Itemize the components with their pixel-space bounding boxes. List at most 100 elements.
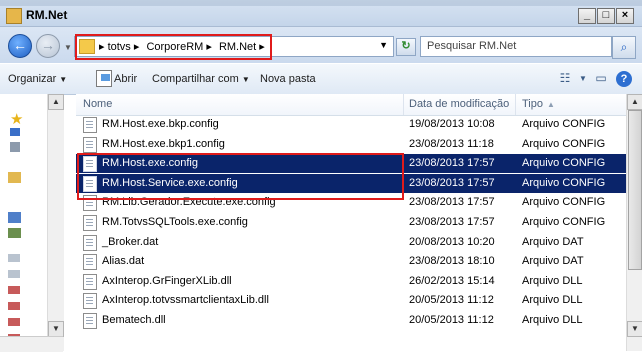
file-row[interactable]: Alias.dat 23/08/2013 18:10 Arquivo DAT	[76, 252, 626, 271]
back-button[interactable]: ←	[8, 34, 32, 58]
forward-button[interactable]: →	[36, 34, 60, 58]
file-date: 20/05/2013 11:12	[409, 294, 494, 307]
file-type: Arquivo CONFIG	[522, 216, 606, 228]
file-icon	[83, 117, 97, 133]
file-icon	[83, 136, 97, 153]
recent-places-icon[interactable]	[10, 142, 20, 152]
minimize-button[interactable]: _	[578, 8, 596, 24]
recent-pages-dropdown[interactable]: ▼	[64, 43, 72, 52]
nav-scrollbar[interactable]: ▲ ▼	[47, 94, 64, 351]
refresh-button[interactable]: ↻	[396, 38, 416, 56]
close-button[interactable]: ×	[616, 8, 634, 24]
file-type: Arquivo DAT	[522, 235, 584, 248]
file-list: Nome Data de modificação Tipo ▲ RM.Host.e…	[76, 94, 626, 351]
file-type: Arquivo CONFIG	[522, 157, 606, 170]
column-date[interactable]: Data de modificação	[409, 98, 509, 110]
selection-highlight-box	[77, 153, 404, 200]
column-type[interactable]: Tipo ▲	[522, 98, 555, 110]
file-type: Arquivo CONFIG	[522, 137, 606, 150]
sort-arrow-icon: ▲	[547, 100, 555, 109]
column-divider[interactable]	[515, 94, 516, 115]
network-drive-icon[interactable]	[8, 286, 20, 294]
organize-button[interactable]: Organizar ▼	[8, 73, 67, 85]
file-icon	[83, 273, 97, 290]
file-name: RM.Host.exe.bkp.config	[102, 118, 219, 130]
file-icon	[83, 234, 97, 251]
file-name: Bematech.dll	[102, 314, 166, 326]
scroll-thumb[interactable]	[628, 110, 642, 270]
new-folder-button[interactable]: Nova pasta	[260, 73, 316, 85]
file-name: AxInterop.GrFingerXLib.dll	[102, 274, 232, 287]
scroll-down-button[interactable]: ▼	[48, 321, 64, 337]
file-name: _Broker.dat	[102, 235, 159, 248]
column-name[interactable]: Nome	[83, 98, 112, 110]
file-date: 23/08/2013 17:57	[409, 176, 495, 189]
drive-icon[interactable]	[8, 228, 21, 238]
share-button[interactable]: Compartilhar com ▼	[152, 73, 250, 85]
file-date: 23/08/2013 11:18	[409, 137, 494, 150]
file-icon	[83, 293, 97, 310]
window-title: RM.Net	[26, 8, 68, 22]
search-placeholder: Pesquisar RM.Net	[427, 40, 517, 52]
nav-horizontal-scrollbar[interactable]	[0, 336, 63, 352]
file-type: Arquivo DLL	[522, 274, 583, 287]
file-type: Arquivo CONFIG	[522, 176, 606, 189]
open-button[interactable]: Abrir	[114, 73, 137, 85]
title-bar-edge	[0, 0, 642, 6]
file-icon	[83, 215, 97, 231]
search-input[interactable]: Pesquisar RM.Net	[420, 36, 612, 57]
file-icon	[83, 313, 97, 329]
file-name: Alias.dat	[102, 255, 145, 268]
file-name: RM.Host.exe.bkp1.config	[102, 137, 225, 150]
scroll-up-button[interactable]: ▲	[627, 94, 642, 110]
maximize-button[interactable]: □	[597, 8, 615, 24]
file-type: Arquivo DAT	[522, 255, 584, 268]
command-bar: Organizar ▼ Abrir Compartilhar com ▼ Nova …	[0, 63, 642, 95]
file-type: Arquivo DLL	[522, 314, 583, 326]
folder-icon	[6, 8, 22, 24]
file-type: Arquivo CONFIG	[522, 118, 606, 130]
desktop-icon[interactable]	[10, 128, 20, 136]
file-date: 20/08/2013 10:20	[409, 235, 495, 248]
organize-label: Organizar	[8, 73, 57, 85]
file-type: Arquivo CONFIG	[522, 196, 606, 209]
file-row[interactable]: RM.TotvsSQLTools.exe.config 23/08/2013 17…	[76, 213, 626, 232]
navigation-pane: ★ ▲ ▼	[0, 94, 64, 351]
column-divider[interactable]	[403, 94, 404, 115]
search-icon[interactable]: ⌕	[612, 36, 636, 59]
file-row[interactable]: AxInterop.totvssmartclientaxLib.dll 20/05…	[76, 291, 626, 310]
libraries-icon[interactable]	[8, 172, 21, 183]
file-name: RM.TotvsSQLTools.exe.config	[102, 216, 248, 228]
file-date: 23/08/2013 18:10	[409, 255, 495, 268]
scroll-down-button[interactable]: ▼	[627, 321, 642, 337]
title-bar: RM.Net _ □ ×	[0, 0, 642, 27]
network-drive-icon[interactable]	[8, 318, 20, 326]
column-header: Nome Data de modificação Tipo ▲	[76, 94, 626, 116]
chevron-down-icon[interactable]: ▼	[379, 40, 388, 50]
file-date: 19/08/2013 10:08	[409, 118, 495, 130]
file-date: 26/02/2013 15:14	[409, 274, 495, 287]
view-options-icon[interactable]: ☷	[556, 71, 574, 87]
share-label: Compartilhar com	[152, 73, 239, 85]
drive-icon[interactable]	[8, 254, 20, 262]
file-row[interactable]: RM.Host.exe.bkp.config 19/08/2013 10:08 Ar…	[76, 115, 626, 134]
favorites-icon[interactable]: ★	[10, 110, 24, 128]
column-type-label: Tipo	[522, 98, 543, 110]
open-icon	[96, 70, 112, 87]
help-icon[interactable]: ?	[616, 71, 632, 87]
file-date: 23/08/2013 17:57	[409, 196, 495, 209]
file-row[interactable]: RM.Host.exe.bkp1.config 23/08/2013 11:18 A…	[76, 135, 626, 154]
computer-icon[interactable]	[8, 212, 21, 223]
file-list-scrollbar[interactable]: ▲ ▼	[626, 94, 642, 351]
preview-pane-icon[interactable]: ▭	[592, 71, 610, 87]
file-row[interactable]: Bematech.dll 20/05/2013 11:12 Arquivo DLL	[76, 311, 626, 330]
file-date: 23/08/2013 17:57	[409, 216, 495, 228]
file-row[interactable]: _Broker.dat 20/08/2013 10:20 Arquivo DAT	[76, 233, 626, 252]
network-drive-icon[interactable]	[8, 302, 20, 310]
file-row[interactable]: AxInterop.GrFingerXLib.dll 26/02/2013 15:…	[76, 272, 626, 291]
chevron-down-icon[interactable]: ▼	[574, 71, 592, 87]
file-date: 20/05/2013 11:12	[409, 314, 494, 326]
scroll-up-button[interactable]: ▲	[48, 94, 64, 110]
drive-icon[interactable]	[8, 270, 20, 278]
address-highlight-box	[75, 34, 272, 60]
